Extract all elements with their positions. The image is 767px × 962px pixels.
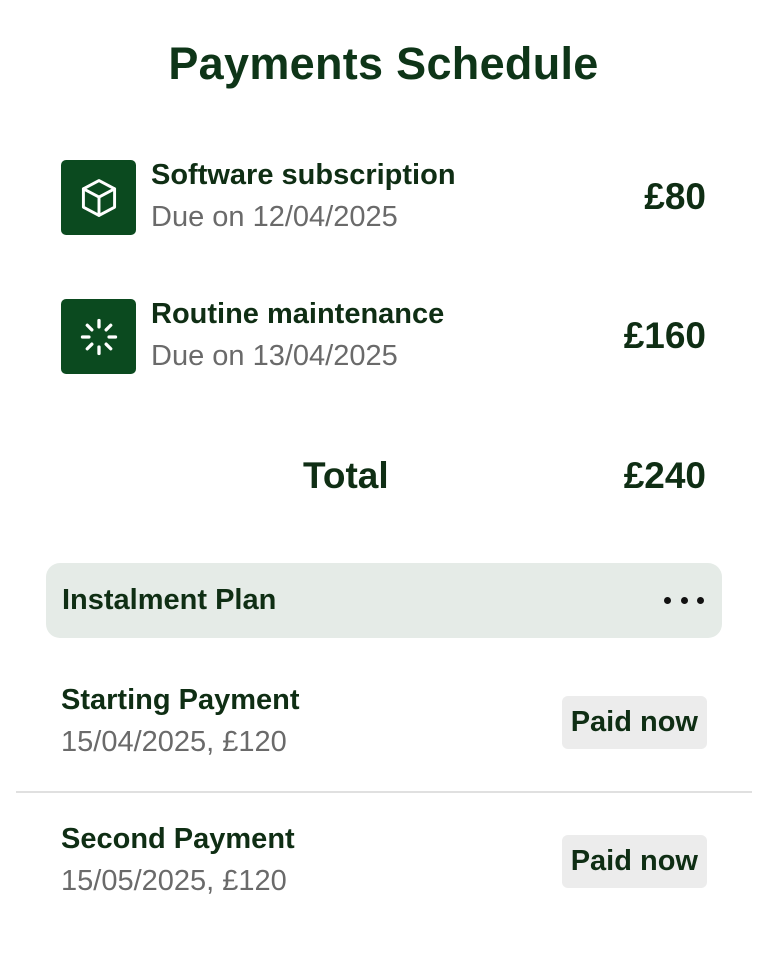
item-due-date: Due on 12/04/2025 <box>151 201 398 233</box>
divider <box>16 791 752 793</box>
payment-item[interactable]: Routine maintenance Due on 13/04/2025 £1… <box>61 298 706 374</box>
item-amount: £160 <box>623 315 706 356</box>
menu-dot <box>697 596 704 604</box>
paid-now-button[interactable]: Paid now <box>561 696 707 749</box>
item-name: Routine maintenance <box>151 298 445 330</box>
instalment-plan-header: Instalment Plan <box>46 563 722 638</box>
instalment-name: Starting Payment <box>61 684 300 716</box>
total-amount: £240 <box>623 455 706 496</box>
item-name: Software subscription <box>151 159 456 191</box>
menu-dot <box>680 596 688 604</box>
box-icon <box>61 160 136 235</box>
item-amount: £80 <box>644 176 706 217</box>
instalment-name: Second Payment <box>61 823 295 855</box>
instalment-detail: 15/05/2025, £120 <box>61 865 287 897</box>
item-due-date: Due on 13/04/2025 <box>151 340 398 372</box>
instalment-row: Starting Payment 15/04/2025, £120 Paid n… <box>61 684 707 760</box>
more-horizontal-icon[interactable] <box>664 587 704 613</box>
paid-now-button[interactable]: Paid now <box>561 835 707 888</box>
instalment-detail: 15/04/2025, £120 <box>61 726 287 758</box>
instalment-row: Second Payment 15/05/2025, £120 Paid now <box>61 823 707 899</box>
total-row: Total £240 <box>0 455 767 505</box>
total-label: Total <box>303 455 389 496</box>
payment-item[interactable]: Software subscription Due on 12/04/2025 … <box>61 159 706 235</box>
page-title: Payments Schedule <box>168 38 599 89</box>
loader-icon <box>61 299 136 374</box>
instalment-plan-title: Instalment Plan <box>62 584 277 616</box>
payments-schedule-screen: Payments Schedule Software subscription … <box>0 0 767 962</box>
menu-dot <box>664 596 671 604</box>
